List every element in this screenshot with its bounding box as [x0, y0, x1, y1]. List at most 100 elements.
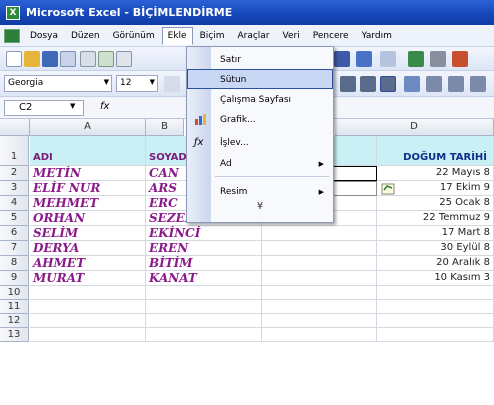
empty-cell[interactable]	[377, 286, 494, 300]
surname-cell[interactable]: EKİNCİ	[146, 226, 262, 241]
row-header[interactable]: 9	[0, 271, 29, 286]
bold-icon[interactable]	[164, 76, 180, 92]
row-header[interactable]: 4	[0, 196, 29, 211]
empty-cell[interactable]	[262, 314, 377, 328]
empty-cell[interactable]	[30, 286, 146, 300]
name-cell[interactable]: ORHAN	[30, 211, 146, 226]
birthdate-cell[interactable]: 30 Eylül 8	[377, 241, 494, 256]
format-painter-icon[interactable]	[334, 51, 350, 67]
expand-menu-icon[interactable]: ¥	[187, 201, 333, 212]
sort-icon[interactable]	[452, 51, 468, 67]
menu-window[interactable]: Pencere	[307, 27, 355, 45]
insert-function-icon[interactable]: fx	[100, 101, 109, 112]
menu-insert[interactable]: Ekle	[161, 26, 193, 45]
merge-center-icon[interactable]	[404, 76, 420, 92]
name-cell[interactable]: MEHMET	[30, 196, 146, 211]
name-cell[interactable]: DERYA	[30, 241, 146, 256]
menu-tools[interactable]: Araçlar	[231, 27, 275, 45]
cell-c9[interactable]	[262, 271, 377, 286]
redo-icon[interactable]	[380, 51, 396, 67]
menu-item-chart[interactable]: Grafik...	[187, 109, 333, 129]
excel-app-icon[interactable]: X	[6, 5, 20, 20]
menu-data[interactable]: Veri	[277, 27, 306, 45]
row-header[interactable]: 13	[0, 328, 29, 342]
hyperlink-icon[interactable]	[408, 51, 424, 67]
new-icon[interactable]	[6, 51, 22, 67]
menu-item-row[interactable]: Satır	[187, 49, 333, 69]
row-header[interactable]: 12	[0, 314, 29, 328]
cell-c7[interactable]	[262, 241, 377, 256]
font-name-select[interactable]: Georgia ▼	[4, 75, 112, 92]
header-cell-birthdate[interactable]: DOĞUM TARİHİ	[377, 136, 494, 166]
row-header[interactable]: 6	[0, 226, 29, 241]
autosum-icon[interactable]	[430, 51, 446, 67]
paste-options-icon[interactable]	[381, 183, 395, 195]
menu-item-column[interactable]: Sütun	[187, 69, 333, 89]
birthdate-cell[interactable]: 25 Ocak 8	[377, 196, 494, 211]
empty-cell[interactable]	[377, 300, 494, 314]
name-cell[interactable]: ELİF NUR	[30, 181, 146, 196]
empty-cell[interactable]	[146, 328, 262, 342]
menu-view[interactable]: Görünüm	[107, 27, 161, 45]
empty-cell[interactable]	[146, 286, 262, 300]
name-cell[interactable]: SELİM	[30, 226, 146, 241]
empty-cell[interactable]	[146, 314, 262, 328]
select-all-corner[interactable]	[0, 119, 30, 136]
menu-item-picture[interactable]: Resim ▶	[187, 181, 333, 201]
name-cell[interactable]: MURAT	[30, 271, 146, 286]
align-center-icon[interactable]	[360, 76, 376, 92]
open-icon[interactable]	[24, 51, 40, 67]
name-cell[interactable]: AHMET	[30, 256, 146, 271]
menu-format[interactable]: Biçim	[194, 27, 231, 45]
empty-cell[interactable]	[262, 328, 377, 342]
workbook-icon[interactable]	[4, 28, 20, 43]
empty-cell[interactable]	[30, 328, 146, 342]
row-header[interactable]: 1	[0, 136, 29, 166]
birthdate-cell[interactable]: 17 Mart 8	[377, 226, 494, 241]
column-header-b[interactable]: B	[146, 119, 184, 136]
menu-help[interactable]: Yardım	[356, 27, 398, 45]
header-cell-name[interactable]: ADI	[30, 136, 146, 166]
save-icon[interactable]	[42, 51, 58, 67]
cell-c6[interactable]	[262, 226, 377, 241]
row-header[interactable]: 7	[0, 241, 29, 256]
empty-cell[interactable]	[377, 314, 494, 328]
row-header[interactable]: 3	[0, 181, 29, 196]
currency-icon[interactable]	[426, 76, 442, 92]
birthdate-cell[interactable]: 20 Aralık 8	[377, 256, 494, 271]
align-right-icon[interactable]	[380, 76, 396, 92]
column-header-d[interactable]: D	[335, 119, 494, 136]
print-icon[interactable]	[80, 51, 96, 67]
empty-cell[interactable]	[146, 300, 262, 314]
name-cell[interactable]: METİN	[30, 166, 146, 181]
align-left-icon[interactable]	[340, 76, 356, 92]
font-size-select[interactable]: 12 ▼	[116, 75, 158, 92]
surname-cell[interactable]: KANAT	[146, 271, 262, 286]
column-header-a[interactable]: A	[30, 119, 146, 136]
birthdate-cell[interactable]: 22 Temmuz 9	[377, 211, 494, 226]
row-header[interactable]: 8	[0, 256, 29, 271]
empty-cell[interactable]	[377, 328, 494, 342]
birthdate-cell[interactable]: 10 Kasım 3	[377, 271, 494, 286]
undo-icon[interactable]	[356, 51, 372, 67]
row-header[interactable]: 10	[0, 286, 29, 300]
comma-style-icon[interactable]	[470, 76, 486, 92]
cell-c8[interactable]	[262, 256, 377, 271]
empty-cell[interactable]	[262, 300, 377, 314]
row-header[interactable]: 11	[0, 300, 29, 314]
menu-item-worksheet[interactable]: Çalışma Sayfası	[187, 89, 333, 109]
birthdate-cell[interactable]: 22 Mayıs 8	[377, 166, 494, 181]
empty-cell[interactable]	[30, 314, 146, 328]
menu-file[interactable]: Dosya	[24, 27, 64, 45]
chevron-down-icon[interactable]: ▼	[70, 102, 75, 110]
surname-cell[interactable]: EREN	[146, 241, 262, 256]
surname-cell[interactable]: BİTİM	[146, 256, 262, 271]
permission-icon[interactable]	[60, 51, 76, 67]
row-header[interactable]: 2	[0, 166, 29, 181]
empty-cell[interactable]	[30, 300, 146, 314]
menu-edit[interactable]: Düzen	[65, 27, 106, 45]
menu-item-name[interactable]: Ad ▶	[187, 153, 333, 173]
spelling-icon[interactable]	[116, 51, 132, 67]
menu-item-function[interactable]: ƒx İşlev...	[187, 132, 333, 152]
row-header[interactable]: 5	[0, 211, 29, 226]
